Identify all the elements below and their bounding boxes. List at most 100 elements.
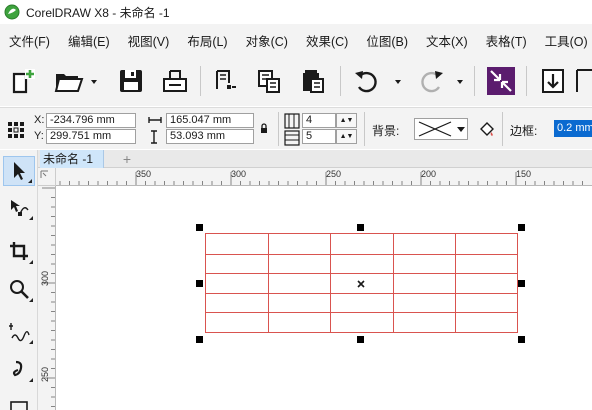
menu-tools[interactable]: 工具(O) bbox=[545, 31, 588, 50]
table-columns-icon bbox=[284, 130, 300, 146]
ruler-tick-label: 250 bbox=[40, 366, 50, 382]
width-icon bbox=[148, 117, 162, 123]
width-field[interactable]: 165.047 mm bbox=[166, 113, 254, 128]
no-fill-icon bbox=[418, 121, 452, 137]
document-tab[interactable]: 未命名 -1 bbox=[40, 150, 105, 168]
artistic-media-tool[interactable] bbox=[3, 354, 35, 384]
crop-tool-icon bbox=[10, 242, 28, 260]
shape-tool[interactable] bbox=[3, 192, 35, 222]
rectangle-tool[interactable] bbox=[3, 390, 35, 410]
import-button[interactable] bbox=[208, 64, 242, 98]
toolbar-separator bbox=[474, 66, 475, 96]
save-button[interactable] bbox=[114, 64, 148, 98]
flyout-indicator bbox=[29, 340, 33, 344]
ruler-tick-label: 150 bbox=[516, 169, 532, 179]
add-tab-button[interactable]: + bbox=[120, 152, 134, 166]
columns-field[interactable]: 5 bbox=[302, 129, 336, 144]
snap-button[interactable] bbox=[484, 64, 518, 98]
snap-icon bbox=[487, 67, 515, 95]
menu-view[interactable]: 视图(V) bbox=[128, 31, 170, 50]
selection-handle-middle-right[interactable] bbox=[518, 280, 525, 287]
menu-file[interactable]: 文件(F) bbox=[9, 31, 50, 50]
y-position-label: Y: bbox=[34, 130, 44, 142]
clipboard-button[interactable] bbox=[296, 64, 330, 98]
ruler-tick-label: 250 bbox=[326, 169, 342, 179]
document-tab-bar: 未命名 -1 + bbox=[38, 150, 592, 168]
import-icon bbox=[216, 70, 236, 89]
freehand-tool[interactable] bbox=[3, 316, 35, 346]
selection-handle-middle-left[interactable] bbox=[196, 280, 203, 287]
ruler-origin[interactable] bbox=[38, 168, 56, 186]
freehand-tool-icon bbox=[9, 323, 30, 342]
propbar-separator bbox=[502, 112, 503, 146]
propbar-separator bbox=[278, 112, 279, 146]
undo-button[interactable] bbox=[350, 64, 406, 98]
open-button[interactable] bbox=[52, 64, 100, 98]
columns-stepper[interactable]: ▲▼ bbox=[336, 129, 357, 144]
selection-handle-top-center[interactable] bbox=[357, 224, 364, 231]
pick-tool[interactable] bbox=[3, 156, 35, 186]
object-origin-icon[interactable] bbox=[7, 121, 25, 139]
toolbox bbox=[0, 150, 38, 410]
menu-text[interactable]: 文本(X) bbox=[426, 31, 468, 50]
property-bar: X: Y: -234.796 mm 299.751 mm 165.047 mm … bbox=[0, 107, 592, 149]
zoom-tool[interactable] bbox=[3, 274, 35, 304]
rows-field[interactable]: 4 bbox=[302, 113, 336, 128]
export-button[interactable] bbox=[252, 64, 286, 98]
new-document-icon bbox=[12, 69, 35, 94]
selection-handle-bottom-center[interactable] bbox=[357, 336, 364, 343]
ruler-tick-label: 350 bbox=[136, 169, 152, 179]
flyout-indicator bbox=[29, 260, 33, 264]
x-position-label: X: bbox=[34, 114, 45, 126]
y-position-field[interactable]: 299.751 mm bbox=[46, 129, 136, 144]
open-folder-icon bbox=[54, 74, 97, 92]
publish-pdf-button[interactable] bbox=[574, 64, 592, 98]
border-label: 边框: bbox=[510, 124, 538, 138]
rectangle-tool-icon bbox=[10, 401, 28, 410]
background-color-picker[interactable] bbox=[414, 118, 468, 140]
export-icon bbox=[258, 70, 280, 93]
chevron-down-icon bbox=[457, 127, 465, 132]
border-width-field[interactable]: 0.2 mm bbox=[554, 120, 592, 137]
undo-icon bbox=[355, 71, 401, 93]
title-bar: CorelDRAW X8 - 未命名 -1 bbox=[0, 0, 592, 24]
crop-tool[interactable] bbox=[3, 236, 35, 266]
center-marker-icon[interactable] bbox=[357, 280, 365, 288]
ruler-tick-label: 300 bbox=[231, 169, 247, 179]
selection-handle-top-right[interactable] bbox=[518, 224, 525, 231]
menu-layout[interactable]: 布局(L) bbox=[187, 31, 227, 50]
toolbar-separator bbox=[526, 66, 527, 96]
redo-icon bbox=[421, 71, 463, 93]
pick-tool-icon bbox=[14, 162, 25, 180]
selection-handle-top-left[interactable] bbox=[196, 224, 203, 231]
selection-handle-bottom-right[interactable] bbox=[518, 336, 525, 343]
flyout-indicator bbox=[29, 378, 33, 382]
height-field[interactable]: 53.093 mm bbox=[166, 129, 254, 144]
redo-button[interactable] bbox=[414, 64, 470, 98]
window-title: CorelDRAW X8 - 未命名 -1 bbox=[26, 5, 170, 20]
horizontal-ruler[interactable]: 350 300 250 200 150 bbox=[56, 168, 592, 186]
vertical-ruler[interactable]: 300 250 bbox=[38, 186, 56, 410]
menu-object[interactable]: 对象(C) bbox=[246, 31, 288, 50]
new-document-button[interactable] bbox=[6, 64, 40, 98]
flyout-indicator bbox=[28, 179, 32, 183]
rows-stepper[interactable]: ▲▼ bbox=[336, 113, 357, 128]
flyout-indicator bbox=[29, 216, 33, 220]
menu-bitmaps[interactable]: 位图(B) bbox=[366, 31, 408, 50]
selection-handle-bottom-left[interactable] bbox=[196, 336, 203, 343]
toolbar-separator bbox=[200, 66, 201, 96]
publish-button[interactable] bbox=[536, 64, 570, 98]
menu-table[interactable]: 表格(T) bbox=[486, 31, 527, 50]
print-button[interactable] bbox=[158, 64, 192, 98]
menu-edit[interactable]: 编辑(E) bbox=[68, 31, 110, 50]
edit-fill-icon[interactable] bbox=[478, 120, 496, 138]
zoom-tool-icon bbox=[10, 280, 29, 299]
standard-toolbar bbox=[0, 56, 592, 106]
document-icon bbox=[576, 69, 592, 92]
x-position-field[interactable]: -234.796 mm bbox=[46, 113, 136, 128]
menu-bar: 文件(F) 编辑(E) 视图(V) 布局(L) 对象(C) 效果(C) 位图(B) 文本(X)… bbox=[0, 24, 592, 56]
clipboard-icon bbox=[303, 70, 324, 93]
menu-effects[interactable]: 效果(C) bbox=[306, 31, 348, 50]
shape-tool-icon bbox=[11, 200, 29, 216]
lock-ratio-icon[interactable] bbox=[259, 123, 269, 135]
